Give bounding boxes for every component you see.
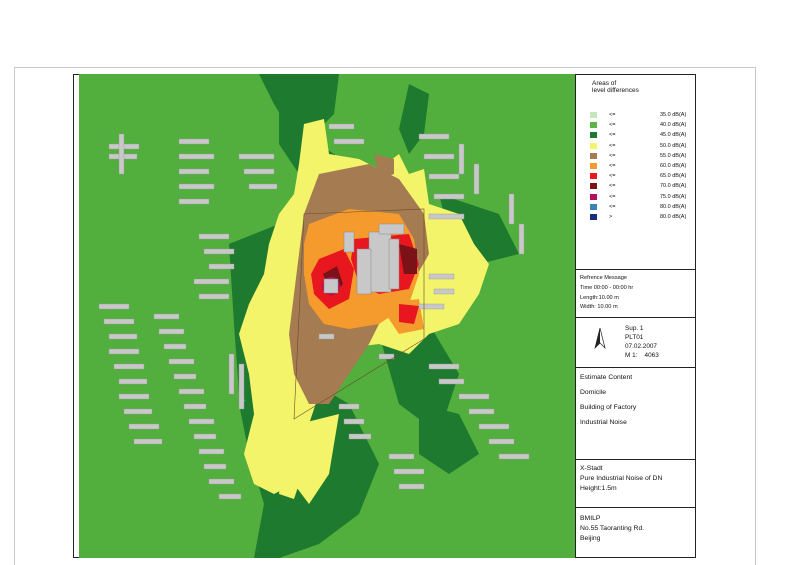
legend-value: 65.0 dB(A) xyxy=(660,173,687,180)
legend-item: <= 45.0 dB(A) xyxy=(590,131,690,140)
estimate-section: Estimate Content Domicile Building of Fa… xyxy=(576,368,696,460)
sheet-scale: M 1: 4063 xyxy=(625,352,659,359)
legend-item: <= 80.0 dB(A) xyxy=(590,203,690,212)
sheet-date: 07.02.2007 xyxy=(625,343,657,350)
legend-operator: <= xyxy=(609,152,616,159)
legend-operator: > xyxy=(609,214,613,220)
legend-swatch xyxy=(590,173,597,180)
reference-section: Refrence Message Time 00:00 - 00:00 hr L… xyxy=(576,270,696,318)
project-section: X-Stadt Pure Industrial Noise of DN Heig… xyxy=(576,460,696,508)
reference-width: Width: 10.00 m xyxy=(580,304,618,310)
company-section: BMILP No.55 Taoranting Rd. Beijing xyxy=(576,508,696,558)
estimate-title: Estimate Content xyxy=(580,374,633,381)
legend-operator: <= xyxy=(609,203,616,210)
legend-swatch xyxy=(590,163,597,169)
sheet-info-section: Sup. 1 PLT01 07.02.2007 M 1: 4063 xyxy=(576,318,696,368)
legend-value: 55.0 dB(A) xyxy=(660,152,687,159)
legend-swatch xyxy=(590,132,597,139)
legend-swatch xyxy=(590,142,597,149)
legend-swatch xyxy=(590,152,597,159)
legend-value: 80.0 dB(A) xyxy=(660,214,687,220)
legend-value: 35.0 dB(A) xyxy=(660,112,687,118)
reference-time: Time 00:00 - 00:00 hr xyxy=(580,285,634,291)
legend-item: <= 75.0 dB(A) xyxy=(590,193,690,202)
legend-swatch xyxy=(590,214,597,220)
north-arrow-icon xyxy=(594,328,606,350)
company-line3: Beijing xyxy=(580,535,601,542)
project-line2: Pure Industrial Noise of DN xyxy=(580,475,663,482)
company-line2: No.55 Taoranting Rd. xyxy=(580,525,645,532)
legend-swatch xyxy=(590,193,597,200)
noise-map[interactable] xyxy=(79,74,576,558)
legend-value: 50.0 dB(A) xyxy=(660,142,687,149)
legend-value: 80.0 dB(A) xyxy=(660,203,687,210)
noise-map-canvas xyxy=(79,74,575,558)
legend-item: <= 40.0 dB(A) xyxy=(590,121,690,130)
legend-item: <= 50.0 dB(A) xyxy=(590,142,690,151)
legend-item: <= 60.0 dB(A) xyxy=(590,162,690,171)
legend-value: 70.0 dB(A) xyxy=(660,183,687,190)
legend-operator: <= xyxy=(609,173,616,180)
legend-operator: <= xyxy=(609,112,616,118)
legend-value: 60.0 dB(A) xyxy=(660,163,687,169)
legend-panel: Areas of level differences <= 35.0 dB(A) <… xyxy=(576,74,696,558)
legend-operator: <= xyxy=(609,193,616,200)
company-line1: BMILP xyxy=(580,515,601,522)
estimate-item: Building of Factory xyxy=(580,404,637,411)
legend-title: Areas of level differences xyxy=(592,80,639,94)
legend-operator: <= xyxy=(609,163,616,169)
project-line3: Height:1.5m xyxy=(580,485,617,492)
estimate-item: Industrial Noise xyxy=(580,419,627,426)
legend-value: 40.0 dB(A) xyxy=(660,122,687,129)
legend-title-line1: Areas of xyxy=(592,80,617,87)
legend-swatch xyxy=(590,112,597,118)
reference-title: Refrence Message xyxy=(580,275,627,281)
legend-item: <= 65.0 dB(A) xyxy=(590,172,690,181)
estimate-item: Domicile xyxy=(580,389,607,396)
legend-swatch xyxy=(590,122,597,129)
legend-operator: <= xyxy=(609,142,616,149)
legend-title-line2: level differences xyxy=(592,87,639,94)
legend-item: <= 55.0 dB(A) xyxy=(590,152,690,161)
legend-operator: <= xyxy=(609,132,616,139)
reference-length: Length:10.00 m xyxy=(580,295,619,301)
legend-operator: <= xyxy=(609,183,616,190)
legend-item: <= 35.0 dB(A) xyxy=(590,111,690,120)
sheet-plt: PLT01 xyxy=(625,334,644,341)
legend-item: <= 70.0 dB(A) xyxy=(590,182,690,191)
legend-value: 45.0 dB(A) xyxy=(660,132,687,139)
legend-item: >80.0 dB(A) xyxy=(590,213,690,222)
legend-swatch xyxy=(590,183,597,190)
legend-value: 75.0 dB(A) xyxy=(660,193,687,200)
legend-swatch xyxy=(590,203,597,210)
sheet-sup: Sup. 1 xyxy=(625,325,644,332)
legend-section: Areas of level differences <= 35.0 dB(A) <… xyxy=(576,74,696,270)
project-line1: X-Stadt xyxy=(580,465,603,472)
legend-operator: <= xyxy=(609,122,616,129)
